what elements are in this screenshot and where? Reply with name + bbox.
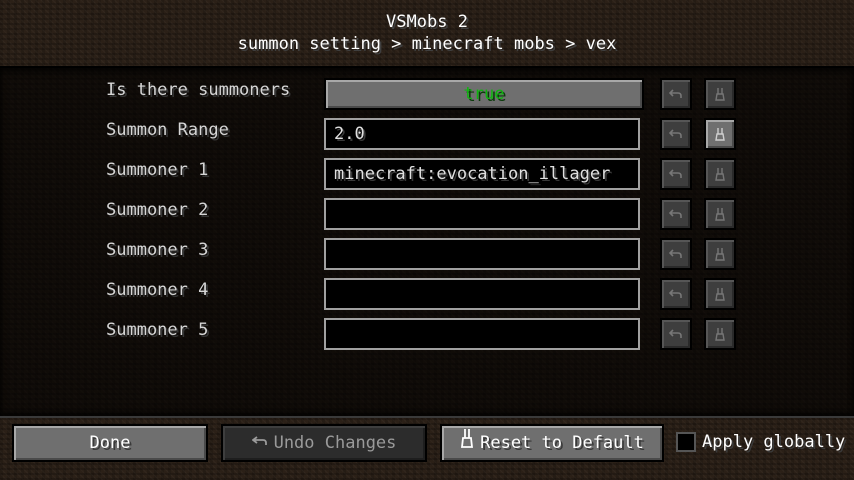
undo-row-button[interactable] [660, 278, 692, 310]
undo-arrow-icon [669, 289, 682, 298]
undo-arrow-icon [669, 329, 682, 338]
screen-header: VSMobs 2 summon setting > minecraft mobs… [0, 0, 854, 66]
done-button[interactable]: Done [12, 424, 208, 462]
row-label: Summon Range [106, 120, 229, 140]
config-list[interactable]: Is there summoners true Summon Range 2.0… [0, 66, 854, 418]
broom-reset-icon [460, 426, 474, 460]
undo-row-button[interactable] [660, 118, 692, 150]
row-label: Is there summoners [106, 80, 291, 100]
undo-row-button[interactable] [660, 198, 692, 230]
page-title: VSMobs 2 [386, 12, 468, 32]
undo-row-button[interactable] [660, 78, 692, 110]
config-row-summoner-5: Summoner 5 [0, 318, 854, 352]
broom-reset-icon [715, 248, 725, 261]
row-label: Summoner 4 [106, 280, 209, 300]
reset-row-button[interactable] [704, 118, 736, 150]
undo-changes-label: Undo Changes [273, 433, 397, 453]
broom-reset-icon [715, 288, 725, 301]
undo-changes-button[interactable]: Undo Changes [221, 424, 427, 462]
undo-row-button[interactable] [660, 318, 692, 350]
broom-reset-icon [715, 328, 725, 341]
config-row-summoner-3: Summoner 3 [0, 238, 854, 272]
toggle-button[interactable]: true [324, 78, 644, 110]
summoner-1-field[interactable]: minecraft:evocation_illager [324, 158, 640, 190]
broom-reset-icon [715, 128, 725, 141]
row-label: Summoner 3 [106, 240, 209, 260]
summon-range-field[interactable]: 2.0 [324, 118, 640, 150]
breadcrumb: summon setting > minecraft mobs > vex [237, 34, 617, 54]
summoner-3-field[interactable] [324, 238, 640, 270]
apply-globally-checkbox[interactable] [676, 432, 696, 452]
row-label: Summoner 1 [106, 160, 209, 180]
undo-arrow-icon [251, 426, 268, 460]
broom-reset-icon [715, 208, 725, 221]
undo-row-button[interactable] [660, 238, 692, 270]
reset-to-default-button[interactable]: Reset to Default [440, 424, 664, 462]
undo-arrow-icon [669, 169, 682, 178]
summoner-2-field[interactable] [324, 198, 640, 230]
undo-arrow-icon [669, 129, 682, 138]
reset-row-button[interactable] [704, 278, 736, 310]
undo-arrow-icon [669, 209, 682, 218]
undo-arrow-icon [669, 249, 682, 258]
config-row-summon-range: Summon Range 2.0 [0, 118, 854, 152]
undo-row-button[interactable] [660, 158, 692, 190]
row-label: Summoner 2 [106, 200, 209, 220]
reset-to-default-label: Reset to Default [480, 433, 644, 453]
summoner-5-field[interactable] [324, 318, 640, 350]
config-row-summoner-1: Summoner 1 minecraft:evocation_illager [0, 158, 854, 192]
summoner-4-field[interactable] [324, 278, 640, 310]
broom-reset-icon [715, 88, 725, 101]
row-label: Summoner 5 [106, 320, 209, 340]
config-row-summoner-2: Summoner 2 [0, 198, 854, 232]
reset-row-button[interactable] [704, 238, 736, 270]
reset-row-button[interactable] [704, 78, 736, 110]
done-label: Done [89, 433, 131, 453]
reset-row-button[interactable] [704, 158, 736, 190]
undo-arrow-icon [669, 89, 682, 98]
apply-globally-label: Apply globally [702, 432, 846, 452]
reset-row-button[interactable] [704, 198, 736, 230]
reset-row-button[interactable] [704, 318, 736, 350]
config-row-summoner-4: Summoner 4 [0, 278, 854, 312]
broom-reset-icon [715, 168, 725, 181]
config-row-is-there-summoners: Is there summoners true [0, 78, 854, 112]
